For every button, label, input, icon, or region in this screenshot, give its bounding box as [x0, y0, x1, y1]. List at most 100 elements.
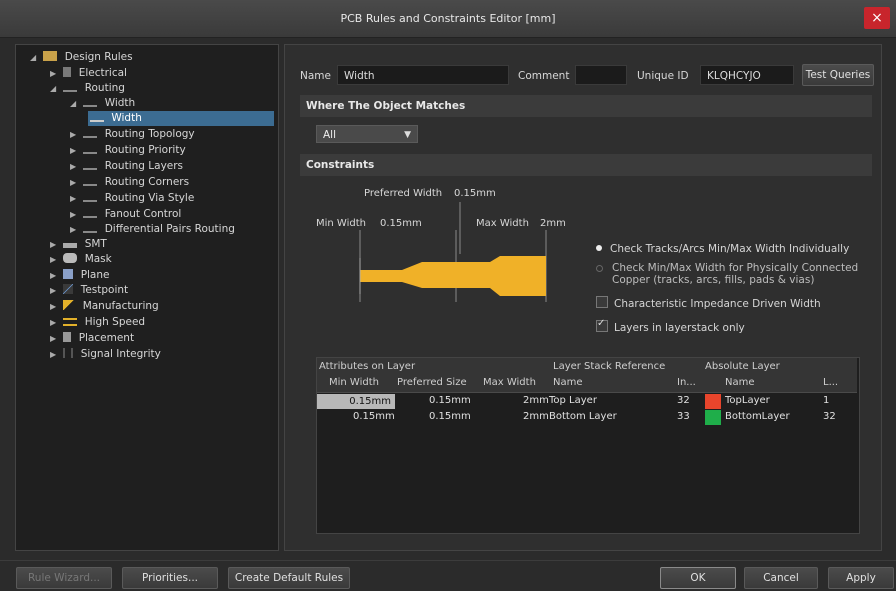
collapsed-arrow-icon[interactable]: ▶ — [50, 331, 60, 346]
tree-item-design-rules[interactable]: ◢ Design Rules — [30, 50, 133, 65]
tree-item-plane[interactable]: ▶ Plane — [50, 268, 110, 283]
collapsed-arrow-icon[interactable]: ▶ — [50, 283, 60, 298]
column-header-layer-number[interactable]: L... — [823, 377, 838, 388]
check-connected-option[interactable]: Check Min/Max Width for Physically Conne… — [596, 262, 876, 286]
checkbox-checked-icon[interactable] — [596, 318, 608, 332]
create-default-rules-button[interactable]: Create Default Rules — [228, 567, 350, 589]
width-rule-icon — [83, 99, 98, 107]
tree-item-width-rule[interactable]: Width — [88, 111, 274, 126]
collapsed-arrow-icon[interactable]: ▶ — [50, 347, 60, 362]
test-queries-button[interactable]: Test Queries — [802, 64, 874, 86]
collapsed-arrow-icon[interactable]: ▶ — [50, 66, 60, 81]
tree-item-routing-priority[interactable]: ▶ Routing Priority — [70, 143, 186, 158]
name-label: Name — [300, 70, 331, 82]
impedance-driven-checkbox[interactable]: Characteristic Impedance Driven Width — [596, 296, 821, 310]
row-min-width[interactable]: 0.15mm — [353, 411, 395, 422]
collapsed-arrow-icon[interactable]: ▶ — [50, 299, 60, 314]
column-header-max-width[interactable]: Max Width — [483, 377, 536, 388]
collapsed-arrow-icon[interactable]: ▶ — [50, 237, 60, 252]
unique-id-label: Unique ID — [637, 70, 689, 82]
priorities-button[interactable]: Priorities... — [122, 567, 218, 589]
row-preferred-size[interactable]: 0.15mm — [429, 395, 471, 406]
tree-item-routing-topology[interactable]: ▶ Routing Topology — [70, 127, 195, 142]
row-max-width[interactable]: 2mm — [523, 411, 549, 422]
collapsed-arrow-icon[interactable]: ▶ — [70, 159, 80, 174]
title-bar: PCB Rules and Constraints Editor [mm] × — [0, 0, 896, 38]
plane-icon — [63, 269, 74, 279]
group-header-layer-stack: Layer Stack Reference — [553, 361, 666, 372]
row-layer-number: 1 — [823, 395, 830, 406]
tree-item-testpoint[interactable]: ▶ Testpoint — [50, 283, 128, 298]
window-title: PCB Rules and Constraints Editor [mm] — [340, 12, 556, 25]
routing-icon — [83, 194, 98, 202]
layers-in-layerstack-checkbox[interactable]: Layers in layerstack only — [596, 318, 745, 334]
tree-item-high-speed[interactable]: ▶ High Speed — [50, 315, 145, 330]
collapsed-arrow-icon[interactable]: ▶ — [70, 191, 80, 206]
column-header-abs-name[interactable]: Name — [725, 377, 755, 388]
check-individually-option[interactable]: Check Tracks/Arcs Min/Max Width Individu… — [596, 243, 849, 255]
tree-item-placement[interactable]: ▶ Placement — [50, 331, 134, 346]
tree-item-routing-via-style[interactable]: ▶ Routing Via Style — [70, 191, 194, 206]
collapsed-arrow-icon[interactable]: ▶ — [50, 252, 60, 267]
checkbox-unchecked-icon[interactable] — [596, 296, 608, 308]
cancel-button[interactable]: Cancel — [744, 567, 818, 589]
group-header-attributes: Attributes on Layer — [319, 361, 416, 372]
collapsed-arrow-icon[interactable]: ▶ — [70, 207, 80, 222]
tree-item-signal-integrity[interactable]: ▶ Signal Integrity — [50, 347, 161, 362]
layer-color-swatch — [705, 410, 721, 425]
expanded-arrow-icon[interactable]: ◢ — [70, 96, 80, 111]
row-preferred-size[interactable]: 0.15mm — [429, 411, 471, 422]
tree-item-differential-pairs-routing[interactable]: ▶ Differential Pairs Routing — [70, 222, 235, 237]
comment-input[interactable] — [575, 65, 627, 85]
column-header-name[interactable]: Name — [553, 377, 583, 388]
tree-item-electrical[interactable]: ▶ Electrical — [50, 66, 127, 81]
collapsed-arrow-icon[interactable]: ▶ — [50, 315, 60, 330]
layer-attributes-table[interactable]: Attributes on Layer Layer Stack Referenc… — [316, 357, 860, 534]
row-min-width[interactable]: 0.15mm — [317, 394, 395, 409]
comment-label: Comment — [518, 70, 570, 82]
match-scope-dropdown[interactable]: All ▼ — [316, 125, 418, 143]
where-section-header: Where The Object Matches — [300, 95, 872, 117]
row-max-width[interactable]: 2mm — [523, 395, 549, 406]
ok-button[interactable]: OK — [660, 567, 736, 589]
routing-icon — [83, 146, 98, 154]
tree-item-routing-layers[interactable]: ▶ Routing Layers — [70, 159, 183, 174]
row-layer-number: 32 — [823, 411, 836, 422]
layer-color-swatch — [705, 394, 721, 409]
expanded-arrow-icon[interactable]: ◢ — [30, 50, 40, 65]
rule-wizard-button[interactable]: Rule Wizard... — [16, 567, 112, 589]
collapsed-arrow-icon[interactable]: ▶ — [50, 268, 60, 283]
copper-track-shape — [360, 256, 546, 296]
tree-item-smt[interactable]: ▶ SMT — [50, 237, 107, 252]
tree-item-fanout-control[interactable]: ▶ Fanout Control — [70, 207, 181, 222]
row-layer-name: Bottom Layer — [549, 411, 617, 422]
unique-id-input[interactable]: KLQHCYJO — [700, 65, 794, 85]
name-input[interactable]: Width — [337, 65, 509, 85]
tree-item-width-category[interactable]: ◢ Width — [70, 96, 135, 111]
constraints-section-header: Constraints — [300, 154, 872, 176]
rules-tree-panel[interactable]: ◢ Design Rules ▶ Electrical ◢ Routing ◢ … — [15, 44, 279, 551]
column-header-min-width[interactable]: Min Width — [329, 377, 379, 388]
table-row[interactable]: 0.15mm 0.15mm 2mm Top Layer 32 TopLayer … — [317, 394, 857, 410]
placement-icon — [63, 332, 72, 342]
collapsed-arrow-icon[interactable]: ▶ — [70, 222, 80, 237]
collapsed-arrow-icon[interactable]: ▶ — [70, 143, 80, 158]
column-header-preferred-size[interactable]: Preferred Size — [397, 377, 467, 388]
electrical-icon — [63, 67, 72, 77]
table-row[interactable]: 0.15mm 0.15mm 2mm Bottom Layer 33 Bottom… — [317, 410, 857, 426]
apply-button[interactable]: Apply — [828, 567, 894, 589]
tree-item-mask[interactable]: ▶ Mask — [50, 252, 112, 267]
tree-item-routing-corners[interactable]: ▶ Routing Corners — [70, 175, 189, 190]
expanded-arrow-icon[interactable]: ◢ — [50, 81, 60, 96]
row-layer-index: 33 — [677, 411, 690, 422]
tree-item-routing[interactable]: ◢ Routing — [50, 81, 125, 96]
column-header-index[interactable]: In... — [677, 377, 696, 388]
collapsed-arrow-icon[interactable]: ▶ — [70, 175, 80, 190]
tree-item-manufacturing[interactable]: ▶ Manufacturing — [50, 299, 159, 314]
routing-icon — [63, 84, 78, 92]
collapsed-arrow-icon[interactable]: ▶ — [70, 127, 80, 142]
close-button[interactable]: × — [864, 7, 890, 29]
radio-selected-icon[interactable] — [596, 245, 602, 251]
match-scope-value: All — [323, 129, 337, 141]
radio-unselected-icon[interactable] — [596, 265, 603, 272]
